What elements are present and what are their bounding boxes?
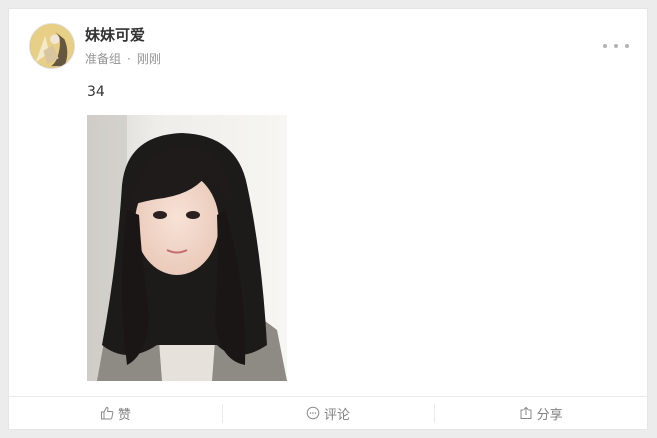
thumbs-up-icon xyxy=(100,406,114,420)
post-photo[interactable] xyxy=(87,115,287,381)
comment-bubble-icon xyxy=(306,406,320,420)
post-time: 刚刚 xyxy=(136,52,161,66)
dot xyxy=(603,44,607,48)
comment-label: 评论 xyxy=(324,407,351,423)
post-text: 34 xyxy=(87,84,105,100)
dot xyxy=(614,44,618,48)
dot xyxy=(625,44,629,48)
page-background: 妹妹可爱 准备组 · 刚刚 34 赞 评论 分享 xyxy=(0,0,657,438)
share-icon xyxy=(519,406,533,420)
post-card: 妹妹可爱 准备组 · 刚刚 34 赞 评论 分享 xyxy=(8,8,648,430)
comment-button[interactable]: 评论 xyxy=(221,397,435,429)
like-button[interactable]: 赞 xyxy=(9,397,222,429)
share-label: 分享 xyxy=(536,407,563,423)
post-meta: 准备组 · 刚刚 xyxy=(85,51,161,67)
avatar[interactable] xyxy=(29,23,75,69)
more-dots-icon[interactable] xyxy=(603,43,629,49)
post-actions-bar: 赞 评论 分享 xyxy=(9,396,647,429)
like-label: 赞 xyxy=(117,407,131,423)
meta-separator: · xyxy=(127,52,131,66)
username[interactable]: 妹妹可爱 xyxy=(85,25,145,45)
group-label[interactable]: 准备组 xyxy=(85,52,121,66)
share-button[interactable]: 分享 xyxy=(434,397,647,429)
